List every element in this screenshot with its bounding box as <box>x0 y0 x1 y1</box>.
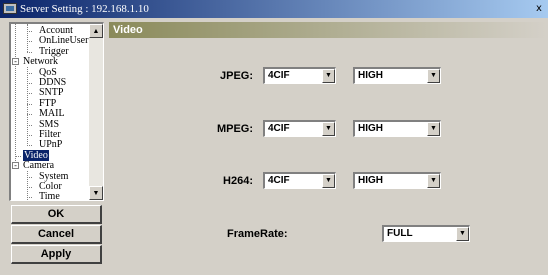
tree-item-label: MAIL <box>39 108 65 120</box>
tree-connector <box>27 176 32 178</box>
mpeg-label: MPEG: <box>216 123 253 135</box>
tree-item-sms[interactable]: SMS <box>39 119 59 130</box>
tree-item-label: Trigger <box>39 45 69 57</box>
tree-item-label: Network <box>23 56 58 68</box>
tree-connector <box>27 72 32 74</box>
tree-item-account[interactable]: Account <box>39 25 73 36</box>
tree-item-upnp[interactable]: UPnP <box>39 139 62 150</box>
tree-item-onlineuser[interactable]: OnLineUser <box>39 35 88 46</box>
tree-item-label: UPnP <box>39 139 63 151</box>
collapse-icon[interactable]: - <box>12 162 19 170</box>
tree-item-label: System <box>39 170 69 182</box>
tree-connector <box>27 187 32 188</box>
tree-item-filter[interactable]: Filter <box>39 129 61 140</box>
tree-connector <box>27 93 32 95</box>
chevron-down-icon[interactable]: ▼ <box>322 122 335 136</box>
apply-button[interactable]: Apply <box>11 245 102 264</box>
close-icon[interactable]: x <box>533 3 545 15</box>
jpeg-label: JPEG: <box>219 70 253 82</box>
chevron-down-icon[interactable]: ▼ <box>322 174 335 188</box>
video-panel: Video JPEG: 4CIF ▼ HIGH ▼ MPEG: 4CIF ▼ H… <box>109 22 547 275</box>
jpeg-resolution-select[interactable]: 4CIF ▼ <box>263 67 336 84</box>
tree-item-trigger[interactable]: Trigger <box>39 46 69 57</box>
ok-button[interactable]: OK <box>11 205 102 224</box>
tree-item-qos[interactable]: QoS <box>39 67 57 78</box>
tree-item-time[interactable]: Time <box>39 191 60 201</box>
tree-item-label: Color <box>39 181 62 192</box>
framerate-select[interactable]: FULL ▼ <box>382 225 470 242</box>
tree-connector <box>27 135 32 136</box>
tree-connector <box>27 197 32 199</box>
tree-item-label: OnLineUser <box>39 35 89 47</box>
tree-item-label: SNTP <box>39 87 64 99</box>
tree-item-system[interactable]: System <box>39 171 68 182</box>
settings-tree[interactable]: ▲ ▼ Account OnLineUser Trigger - Network QoS D… <box>9 22 104 201</box>
tree-item-ddns[interactable]: DDNS <box>39 77 66 88</box>
h264-quality-value: HIGH <box>358 175 383 186</box>
tree-connector <box>27 51 32 53</box>
tree-item-network[interactable]: Network <box>23 56 58 67</box>
h264-quality-select[interactable]: HIGH ▼ <box>353 172 441 189</box>
scroll-down-icon[interactable]: ▼ <box>89 186 103 200</box>
tree-item-ftp[interactable]: FTP <box>39 98 56 109</box>
chevron-down-icon[interactable]: ▼ <box>456 227 469 241</box>
framerate-value: FULL <box>387 228 413 239</box>
panel-header: Video <box>109 22 547 38</box>
jpeg-quality-value: HIGH <box>358 70 383 81</box>
server-setting-window: Server Setting : 192.168.1.10 x ▲ ▼ Acco… <box>0 0 548 275</box>
tree-connector <box>27 103 32 105</box>
chevron-down-icon[interactable]: ▼ <box>427 174 440 188</box>
tree-item-camera[interactable]: Camera <box>23 160 54 171</box>
tree-item-label: Camera <box>23 160 55 172</box>
mpeg-resolution-select[interactable]: 4CIF ▼ <box>263 120 336 137</box>
tree-item-label: QoS <box>39 66 57 78</box>
tree-item-label: Filter <box>39 129 61 140</box>
h264-resolution-select[interactable]: 4CIF ▼ <box>263 172 336 189</box>
chevron-down-icon[interactable]: ▼ <box>322 69 335 83</box>
scroll-up-icon[interactable]: ▲ <box>89 24 103 38</box>
tree-connector <box>27 31 32 32</box>
panel-title: Video <box>113 24 143 36</box>
tree-item-sntp[interactable]: SNTP <box>39 87 63 98</box>
tree-item-label: DDNS <box>39 77 67 88</box>
tree-item-label: Video <box>23 149 49 161</box>
jpeg-resolution-value: 4CIF <box>268 70 290 81</box>
app-icon <box>3 3 17 14</box>
title-bar[interactable]: Server Setting : 192.168.1.10 x <box>0 0 548 18</box>
tree-connector <box>27 83 32 84</box>
tree-connector <box>27 145 32 147</box>
tree-connector <box>27 124 32 126</box>
tree-connector <box>15 155 21 157</box>
window-title: Server Setting : 192.168.1.10 <box>20 3 149 15</box>
tree-item-label: FTP <box>39 97 57 109</box>
tree-connector <box>27 24 28 52</box>
tree-item-video[interactable]: Video <box>23 149 49 161</box>
chevron-down-icon[interactable]: ▼ <box>427 122 440 136</box>
h264-label: H264: <box>223 175 253 187</box>
tree-item-color[interactable]: Color <box>39 181 62 192</box>
tree-item-mail[interactable]: MAIL <box>39 108 65 119</box>
collapse-icon[interactable]: - <box>12 58 19 66</box>
chevron-down-icon[interactable]: ▼ <box>427 69 440 83</box>
mpeg-quality-select[interactable]: HIGH ▼ <box>353 120 441 137</box>
framerate-label: FrameRate: <box>227 228 288 240</box>
tree-item-label: Time <box>39 191 60 201</box>
tree-connector <box>27 114 32 116</box>
jpeg-quality-select[interactable]: HIGH ▼ <box>353 67 441 84</box>
tree-item-label: SMS <box>39 118 60 130</box>
tree-connector <box>15 24 16 166</box>
cancel-button[interactable]: Cancel <box>11 225 102 244</box>
tree-scrollbar[interactable]: ▲ ▼ <box>89 24 103 200</box>
tree-item-label: Account <box>39 25 73 36</box>
tree-connector <box>27 66 28 146</box>
h264-resolution-value: 4CIF <box>268 175 290 186</box>
mpeg-resolution-value: 4CIF <box>268 123 290 134</box>
mpeg-quality-value: HIGH <box>358 123 383 134</box>
tree-connector <box>27 41 32 43</box>
